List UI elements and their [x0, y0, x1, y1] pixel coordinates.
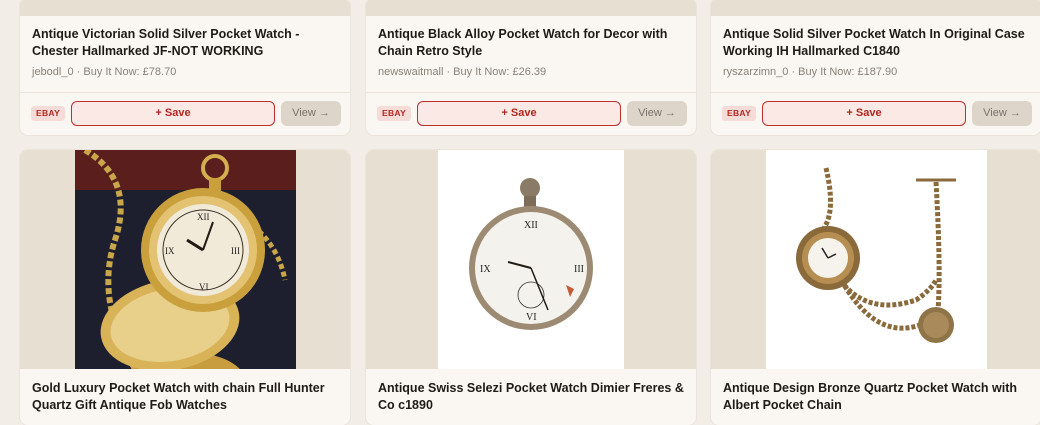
listing-title[interactable]: Antique Design Bronze Quartz Pocket Watc… — [723, 380, 1029, 414]
svg-text:IX: IX — [165, 246, 175, 256]
listing-grid: Antique Victorian Solid Silver Pocket Wa… — [0, 0, 1040, 425]
svg-text:VI: VI — [199, 282, 209, 292]
listing-image[interactable] — [366, 0, 696, 16]
svg-text:III: III — [574, 264, 584, 275]
svg-text:III: III — [231, 246, 240, 256]
view-button[interactable]: View → — [281, 101, 341, 126]
svg-text:IX: IX — [480, 264, 491, 275]
card-actions: EBAY + Save View → — [711, 93, 1040, 133]
listing-title[interactable]: Antique Victorian Solid Silver Pocket Wa… — [32, 26, 338, 60]
listing-image[interactable] — [711, 0, 1040, 16]
listing-image[interactable] — [711, 150, 1040, 369]
save-button[interactable]: + Save — [762, 101, 966, 126]
listing-title[interactable]: Gold Luxury Pocket Watch with chain Full… — [32, 380, 338, 414]
listing-card[interactable]: XII III VI IX Gold Luxury Pocket Watch w… — [20, 150, 350, 425]
source-badge: EBAY — [377, 106, 412, 121]
listing-image[interactable]: XII III VI IX — [366, 150, 696, 369]
listing-title[interactable]: Antique Black Alloy Pocket Watch for Dec… — [378, 26, 684, 60]
svg-text:XII: XII — [524, 220, 538, 231]
pocket-watch-photo: XII III VI IX — [438, 150, 624, 369]
listing-title[interactable]: Antique Swiss Selezi Pocket Watch Dimier… — [378, 380, 684, 414]
listing-card[interactable]: Antique Design Bronze Quartz Pocket Watc… — [711, 150, 1040, 425]
listing-card[interactable]: XII III VI IX Antique Swiss Selezi Pocke… — [366, 150, 696, 425]
card-actions: EBAY + Save View → — [366, 93, 696, 133]
save-button[interactable]: + Save — [71, 101, 275, 126]
pocket-watch-photo: XII III VI IX — [75, 150, 296, 369]
svg-text:VI: VI — [526, 312, 537, 323]
card-actions: EBAY + Save View → — [20, 93, 350, 133]
save-button[interactable]: + Save — [417, 101, 621, 126]
listing-card[interactable]: Antique Victorian Solid Silver Pocket Wa… — [20, 0, 350, 135]
listing-meta: ryszarzimn_0 · Buy It Now: £187.90 — [723, 66, 898, 78]
view-button[interactable]: View → — [972, 101, 1032, 126]
pocket-watch-photo — [766, 150, 987, 369]
listing-card[interactable]: Antique Black Alloy Pocket Watch for Dec… — [366, 0, 696, 135]
listing-image[interactable]: XII III VI IX — [20, 150, 350, 369]
view-button[interactable]: View → — [627, 101, 687, 126]
listing-image[interactable] — [20, 0, 350, 16]
source-badge: EBAY — [722, 106, 757, 121]
svg-text:XII: XII — [197, 212, 210, 222]
listing-meta: jebodl_0 · Buy It Now: £78.70 — [32, 66, 177, 78]
listing-card[interactable]: Antique Solid Silver Pocket Watch In Ori… — [711, 0, 1040, 135]
source-badge: EBAY — [31, 106, 66, 121]
listing-meta: newswaitmall · Buy It Now: £26.39 — [378, 66, 547, 78]
listing-title[interactable]: Antique Solid Silver Pocket Watch In Ori… — [723, 26, 1029, 60]
